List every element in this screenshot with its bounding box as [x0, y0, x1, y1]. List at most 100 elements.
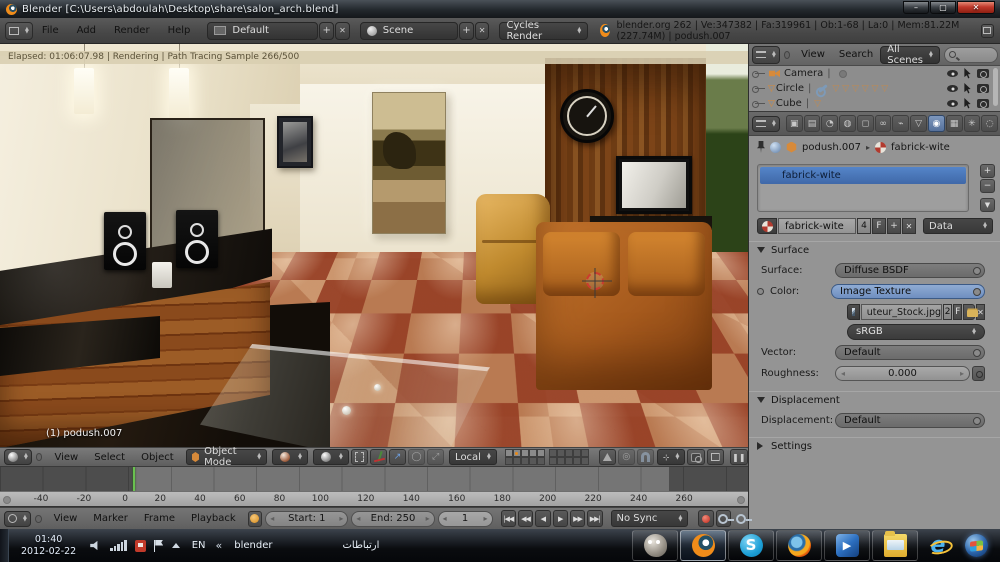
- toolbar-chevron[interactable]: «: [216, 539, 223, 552]
- network-signal-icon[interactable]: [110, 540, 127, 551]
- outliner-row-circle[interactable]: ▽ Circle | ▽ ▽ ▽ ▽ ▽ ▽: [749, 81, 1000, 96]
- selectability-cursor-icon[interactable]: [964, 83, 971, 94]
- next-keyframe-button[interactable]: ▶▶: [569, 510, 586, 527]
- show-desktop-button[interactable]: [0, 529, 9, 562]
- fake-user-button[interactable]: F: [872, 218, 886, 234]
- color-space-dropdown[interactable]: sRGB ▲ ▼: [847, 323, 985, 340]
- material-unlink-button[interactable]: [902, 218, 916, 234]
- play-button[interactable]: ▶: [552, 510, 568, 527]
- keying-set-secondary-button[interactable]: [733, 510, 752, 527]
- breadcrumb-material[interactable]: fabrick-wite: [891, 142, 950, 153]
- viewport-menu-select[interactable]: Select: [86, 452, 133, 463]
- viewport-menu-view[interactable]: View: [46, 452, 86, 463]
- hidden-icons-arrow[interactable]: [171, 543, 180, 548]
- play-reverse-button[interactable]: ◀: [535, 510, 551, 527]
- browse-context-icon[interactable]: [770, 141, 781, 153]
- selectability-cursor-icon[interactable]: [964, 98, 971, 109]
- minimize-button[interactable]: –: [903, 1, 929, 14]
- toolbar-label-links-arabic[interactable]: ارتباطات: [343, 540, 380, 551]
- renderability-camera-icon[interactable]: [977, 69, 989, 78]
- outliner-filter-dropdown[interactable]: All Scenes ▲ ▼: [880, 44, 940, 66]
- material-users-count[interactable]: 4: [857, 218, 871, 234]
- tab-world-icon[interactable]: ◍: [839, 115, 856, 132]
- timeline-menu-marker[interactable]: Marker: [85, 513, 136, 524]
- scrollbar-end-dot[interactable]: [3, 496, 11, 504]
- scene-add-button[interactable]: [459, 21, 474, 40]
- hierarchy-dot-icon[interactable]: [752, 71, 765, 78]
- outliner-item-label[interactable]: Camera: [784, 68, 823, 79]
- tab-scene-icon[interactable]: ◔: [821, 115, 839, 132]
- outliner-row-cube[interactable]: ▽ Cube | ▽: [749, 96, 1000, 111]
- window-titlebar[interactable]: Blender [C:\Users\abdoulah\Desktop\share…: [0, 0, 1000, 18]
- hierarchy-dot-icon[interactable]: [752, 86, 765, 93]
- image-name-field[interactable]: uteur_Stock.jpg: [860, 303, 943, 320]
- slot-add-button[interactable]: [980, 164, 995, 178]
- collapse-menus-icon[interactable]: [34, 514, 42, 523]
- visibility-eye-icon[interactable]: [947, 100, 958, 107]
- displacement-dropdown[interactable]: Default: [835, 412, 985, 428]
- visibility-eye-icon[interactable]: [947, 85, 958, 92]
- visibility-eye-icon[interactable]: [947, 70, 958, 77]
- properties-editor-selector[interactable]: ▲ ▼: [752, 115, 780, 132]
- taskbar-blender-button[interactable]: [680, 530, 726, 561]
- material-link-dropdown[interactable]: Data ▲ ▼: [923, 218, 993, 234]
- collapse-menus-icon[interactable]: [35, 453, 43, 461]
- jump-to-start-button[interactable]: |◀◀: [500, 510, 516, 527]
- viewport-3d[interactable]: Elapsed: 01:06:07.98 | Rendering | Path …: [0, 44, 748, 447]
- sync-dropdown[interactable]: No Sync ▲ ▼: [610, 510, 689, 527]
- tab-texture-icon[interactable]: ▦: [945, 115, 963, 132]
- menu-file[interactable]: File: [33, 25, 68, 36]
- tab-physics-icon[interactable]: ◌: [981, 115, 999, 132]
- menu-add[interactable]: Add: [68, 25, 105, 36]
- timeline-canvas[interactable]: -40 -20 0 20 40 60 80 100 120 140 160 180 200 2…: [0, 467, 748, 507]
- window-duplicate-icon[interactable]: [980, 23, 995, 38]
- outliner-item-label[interactable]: Cube: [776, 98, 802, 109]
- timeline-scrollbar[interactable]: -40 -20 0 20 40 60 80 100 120 140 160 180 200 2…: [0, 491, 748, 506]
- tab-modifiers-icon[interactable]: ⌁: [892, 115, 910, 132]
- displacement-panel-header[interactable]: Displacement: [749, 391, 1000, 408]
- render-engine-selector[interactable]: Cycles Render ▲ ▼: [499, 20, 589, 42]
- toolbar-label-blender[interactable]: blender: [234, 540, 272, 551]
- tab-material-icon[interactable]: ◉: [927, 115, 945, 132]
- browse-material-button[interactable]: [757, 218, 777, 234]
- renderability-camera-icon[interactable]: [977, 84, 989, 93]
- render-opengl-button[interactable]: [687, 449, 705, 465]
- pause-render-button[interactable]: [729, 449, 748, 465]
- rotate-manipulator-button[interactable]: ◯: [408, 449, 426, 465]
- pivot-point-dropdown[interactable]: ▲ ▼: [312, 449, 349, 465]
- pin-icon[interactable]: [757, 141, 765, 153]
- timeline-menu-playback[interactable]: Playback: [183, 513, 244, 524]
- vector-dropdown[interactable]: Default: [835, 344, 985, 360]
- image-icon[interactable]: [847, 303, 860, 320]
- use-preview-range-button[interactable]: [247, 510, 263, 527]
- editor-type-selector[interactable]: ▲ ▼: [5, 21, 33, 40]
- snap-magnet-icon[interactable]: [636, 449, 654, 465]
- volume-icon[interactable]: [90, 540, 98, 551]
- translate-manipulator-button[interactable]: ↗: [389, 449, 407, 465]
- taskbar-gimp-button[interactable]: [632, 530, 678, 561]
- tab-render-icon[interactable]: ▣: [785, 115, 803, 132]
- slot-remove-button[interactable]: [980, 179, 995, 193]
- selectability-cursor-icon[interactable]: [964, 68, 971, 79]
- action-center-flag-icon[interactable]: [153, 539, 164, 552]
- material-add-button[interactable]: [887, 218, 901, 234]
- taskbar-ie-button[interactable]: e: [920, 530, 956, 561]
- layout-delete-button[interactable]: [335, 21, 350, 40]
- timeline-menu-view[interactable]: View: [46, 513, 86, 524]
- manipulator-toggle[interactable]: [369, 449, 388, 465]
- start-button[interactable]: [958, 530, 994, 561]
- material-slot-selected[interactable]: fabrick-wite: [760, 167, 966, 184]
- collapse-menus-icon[interactable]: [783, 50, 791, 59]
- timeline-editor-selector[interactable]: ▲ ▼: [4, 510, 31, 527]
- scene-selector[interactable]: Scene: [359, 21, 459, 40]
- screen-layout-selector[interactable]: Default: [207, 21, 319, 40]
- layout-add-button[interactable]: [319, 21, 335, 40]
- outliner-row-camera[interactable]: Camera |: [749, 66, 1000, 81]
- image-fake-user-button[interactable]: F: [953, 303, 963, 320]
- record-button[interactable]: [698, 510, 714, 527]
- language-indicator[interactable]: EN: [192, 540, 206, 551]
- outliner-search-input[interactable]: [943, 46, 998, 63]
- prev-keyframe-button[interactable]: ◀◀: [517, 510, 534, 527]
- outliner-editor-selector[interactable]: ▲ ▼: [752, 45, 780, 64]
- proportional-edit-button[interactable]: ◎: [617, 449, 635, 465]
